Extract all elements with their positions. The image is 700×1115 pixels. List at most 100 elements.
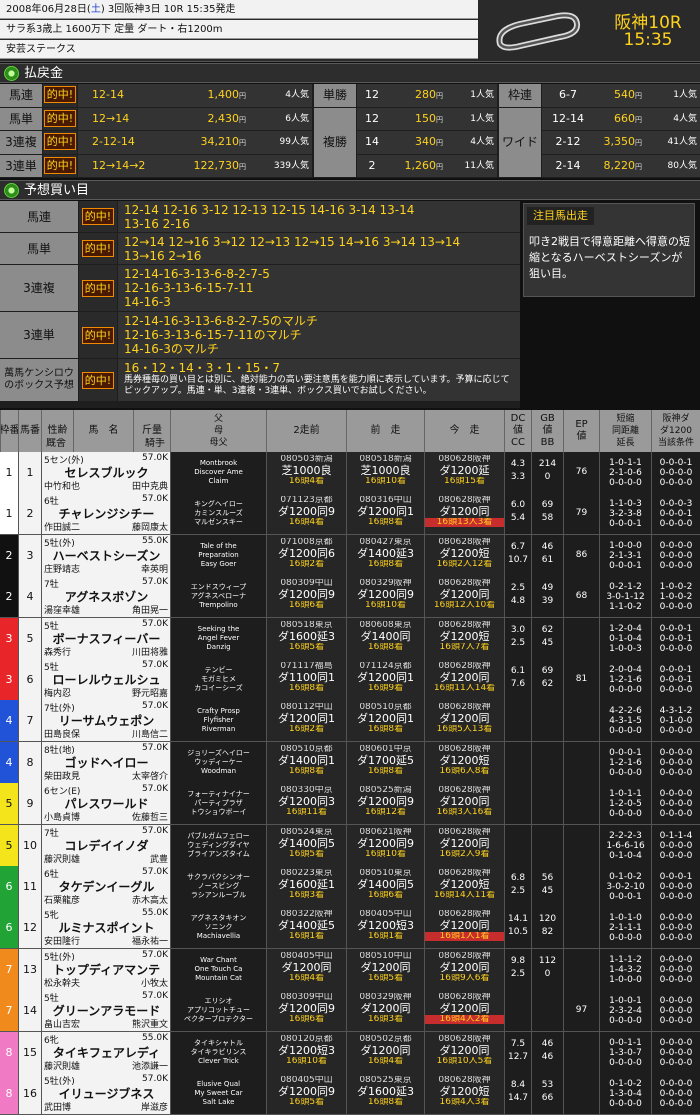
race-p1: 080621阪神 ダ1200同9 16頭10着 <box>346 824 424 866</box>
pick-combos: 16・12・14・3・1・15・7 馬券種毎の買い目とは別に、絶対能力の高い要注意… <box>118 359 520 401</box>
race-distance: ダ1400同5 <box>357 878 414 891</box>
waku-number: 6-7 <box>542 84 594 107</box>
race-distance: ダ1200同 <box>360 1043 411 1057</box>
table-row[interactable]: 2 3 5牡(外) 55.0K ハーベストシーズン 庄野靖志 幸英明 Tale of the P… <box>0 534 700 577</box>
pedigree-line: Discover Ame <box>194 468 243 476</box>
weight: 57.0K <box>142 701 168 712</box>
race-distance: ダ1200短 <box>439 546 490 560</box>
pedigree-line: タイキラビリンス <box>190 1047 247 1056</box>
table-row[interactable]: 5 9 6セン(E) 57.0K パレスワールド 小島貞博 佐藤哲三 フォーティナイナー パーテ… <box>0 783 700 825</box>
ep-value <box>563 700 599 742</box>
race-result: 16頭6着 <box>288 601 325 611</box>
distance-record: 1-0-0-1 2-3-2-4 0-0-0-0 <box>599 990 651 1032</box>
race-date: 080510京都 <box>359 703 412 713</box>
race-today: 080628阪神 ダ1200同 16頭11人14着 <box>424 659 504 700</box>
record-short: 1-0-1-1 <box>609 789 642 800</box>
payout-amount: 3,350円 <box>594 131 644 154</box>
gb-value <box>531 990 563 1032</box>
jockey-name: 藤岡康太 <box>131 523 168 534</box>
cc-line: 10.5 <box>507 927 529 938</box>
race-result: 16頭1人1着 <box>425 932 504 942</box>
tansho-number: 12 <box>357 84 387 107</box>
pedigree-line: カミンスルーズ <box>194 509 243 518</box>
record-long: 0-0-0-0 <box>609 933 642 944</box>
table-row[interactable]: 8 16 5牡(外) 57.0K イリュージブネス 武田博 岸滋彦 Elusive Qual M… <box>0 1073 700 1115</box>
pedigree: パブルガムフェロー ウェディングダイヤ ブライアンズタイム <box>170 824 266 866</box>
pedigree-line: アグネスベローナ <box>190 592 247 601</box>
table-row[interactable]: 7 13 5牡(外) 57.0K トップディアマンテ 松永幹夫 小牧太 War Chant On… <box>0 948 700 991</box>
race-p2: 071123京都 ダ1200同9 16頭4着 <box>266 493 346 535</box>
pedigree-line: ラシアンルーブル <box>190 891 247 899</box>
distance-record: 1-1-0-3 3-2-3-8 0-0-0-1 <box>599 493 651 535</box>
table-row[interactable]: 6 11 6牡 57.0K タケデンイーグル 石栗龍彦 赤木高太 サクラバクシンオー ノースビン… <box>0 866 700 908</box>
pick-type-label: 馬連 <box>0 201 78 232</box>
record-h1: 0-0-0-1 <box>659 665 693 675</box>
bet-type-label: 3連単 <box>0 154 42 177</box>
table-row[interactable]: 4 7 7牡(外) 57.0K リーサムウェポン 田島良保 川島信二 Crafty Prosp… <box>0 700 700 742</box>
bb-line: 82 <box>541 927 554 938</box>
header-jockey: 騎手 <box>145 438 165 449</box>
race-distance: ダ1200同9 <box>278 1002 335 1016</box>
race-date: 080510中山 <box>359 951 412 961</box>
record-h1: 0-0-0-0 <box>659 747 693 758</box>
yen-unit: 円 <box>635 115 642 124</box>
horse-info: 5牡 57.0K ボーナスフィーバー 森秀行 川田将雅 <box>41 617 170 659</box>
record-h2: 1-0-0-2 <box>659 592 693 603</box>
race-distance: ダ1200短 <box>439 878 490 891</box>
table-row[interactable]: 3 6 5牡 57.0K ローレルウェルシュ 梅内忍 野元昭嘉 テンビー モガミヒメ カコイーシー… <box>0 659 700 701</box>
pedigree-line: Claim <box>208 477 229 485</box>
table-row[interactable]: 1 2 6牡 57.0K チャレンジシチー 作田誠二 藤岡康太 キングヘイロー カミンスルーズマ… <box>0 493 700 535</box>
pedigree-line: パーティプラザ <box>194 799 243 808</box>
horse-number: 5 <box>18 617 41 659</box>
bb-line: 0 <box>544 472 551 482</box>
race-date: 071117福島 <box>280 662 333 671</box>
race-result: 16頭6着 <box>288 1015 325 1025</box>
table-row[interactable]: 4 8 8牡(地) 57.0K ゴッドヘイロー 柴田政見 太宰啓介 ジョリーズヘイロー ウッディ… <box>0 741 700 784</box>
hit-badge: 的中! <box>43 131 77 154</box>
horse-number: 15 <box>18 1031 41 1073</box>
record-h3: 0-0-0-0 <box>659 933 693 944</box>
race-date: 080628阪神 <box>438 786 491 796</box>
hit-badge: 的中! <box>43 84 77 107</box>
table-row[interactable]: 6 12 5牝 55.0K ルミナスポイント 安田隆行 福永祐一 アグネスタキオン ソニンク Ma… <box>0 907 700 949</box>
waku-number: 3 <box>0 617 18 659</box>
entry-table: 1 1 5セン(外) 57.0K セレスブルック 中竹和也 田中克典 Montbrook Dis… <box>0 452 700 1115</box>
race-distance: ダ1400延5 <box>278 919 335 933</box>
bet-type-label: 馬連 <box>0 84 42 107</box>
jockey-name: 福永祐一 <box>131 937 168 948</box>
record-h3: 0-0-0-0 <box>659 519 693 530</box>
race-p1: 080510京都 ダ1200同1 16頭8着 <box>346 700 424 742</box>
trainer-name: 藤沢則雄 <box>44 854 81 865</box>
yen-unit: 円 <box>239 139 246 147</box>
horse-number: 1 <box>18 452 41 493</box>
race-result: 16頭6人8着 <box>439 766 490 776</box>
trainer-name: 田島良保 <box>44 730 81 741</box>
waku-popularity: 1人気 <box>644 84 700 107</box>
table-row[interactable]: 2 4 7牡 57.0K アグネスボゾン 湯窪幸雄 角田晃一 エンドスウィープ アグネスベローナ… <box>0 576 700 618</box>
waku-number: 2 <box>0 534 18 576</box>
pedigree-line: Montbrook <box>199 459 238 467</box>
race-distance: ダ1200同1 <box>357 505 414 519</box>
table-row[interactable]: 1 1 5セン(外) 57.0K セレスブルック 中竹和也 田中克典 Montbrook Dis… <box>0 452 700 494</box>
gb-line: 46 <box>541 541 554 552</box>
table-row[interactable]: 5 10 7牡 57.0K コレデイイノダ 藤沢則雄 武豊 パブルガムフェロー ウェディングダイ… <box>0 824 700 867</box>
gb-value: 53 66 <box>531 1073 563 1114</box>
pedigree: Crafty Prosp Flyfisher Riverman <box>170 700 266 742</box>
race-date: 080628阪神 <box>438 703 491 713</box>
race-date: 080628阪神 <box>438 1034 491 1044</box>
pedigree-line: Crafty Prosp <box>197 707 240 716</box>
jockey-name: 池添謙一 <box>131 1061 168 1072</box>
pedigree-line: アグネスタキオン <box>190 914 247 923</box>
table-row[interactable]: 3 5 5牡 57.0K ボーナスフィーバー 森秀行 川田将雅 Seeking the Ange… <box>0 617 700 660</box>
payout-amount: 1,260円 <box>387 154 445 177</box>
distance-record: 4-2-2-6 4-3-1-5 0-0-0-0 <box>599 700 651 742</box>
payout-value: 540 <box>614 88 635 101</box>
yen-unit: 円 <box>635 139 642 147</box>
ep-value <box>563 617 599 659</box>
weight: 57.0K <box>142 618 168 629</box>
hanshin-record: 0-0-0-1 0-0-0-1 0-0-0-0 <box>651 659 700 700</box>
yen-unit: 円 <box>436 139 443 147</box>
payout-value: 122,730 <box>193 158 240 172</box>
table-row[interactable]: 7 14 5牡 57.0K グリーンアラモード 畠山吉宏 熊沢重文 エリシオ アプリコットチュー… <box>0 990 700 1032</box>
table-row[interactable]: 8 15 6牝 55.0K タイキフェアレディ 藤沢則雄 池添謙一 タイキシャトル タイキラビリ… <box>0 1031 700 1074</box>
